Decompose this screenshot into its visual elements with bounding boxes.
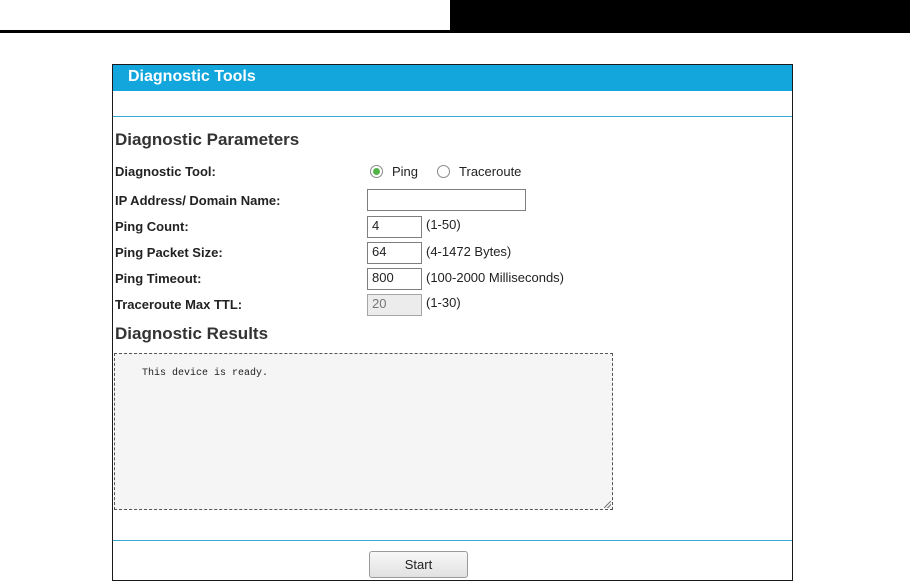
traceroute-ttl-hint: (1-30) [426,295,461,310]
diagnostic-results-textarea[interactable]: This device is ready. [114,353,613,510]
traceroute-radio-label[interactable]: Traceroute [459,164,521,179]
results-text: This device is ready. [142,368,269,379]
traceroute-ttl-label: Traceroute Max TTL: [115,297,243,312]
ip-address-label: IP Address/ Domain Name: [115,193,281,208]
header-divider [113,116,792,117]
top-banner-block [450,0,910,33]
diagnostic-tool-label: Diagnostic Tool: [115,164,216,179]
resize-grip-icon[interactable] [604,501,611,508]
ping-timeout-hint: (100-2000 Milliseconds) [426,270,565,285]
parameters-section-title: Diagnostic Parameters [115,130,300,149]
ping-radio-label[interactable]: Ping [392,164,418,179]
traceroute-radio[interactable] [437,165,451,178]
ping-count-hint: (1-50) [426,217,461,232]
packet-size-input[interactable]: 64 [367,242,422,264]
top-banner-rule [0,30,452,33]
packet-size-hint: (4-1472 Bytes) [426,244,512,259]
ping-timeout-input[interactable]: 800 [367,268,422,290]
panel-header: Diagnostic Tools [113,65,792,91]
panel-title: Diagnostic Tools [128,68,256,85]
start-button[interactable]: Start [369,551,468,578]
ping-radio[interactable] [370,165,383,178]
diagnostic-tool-radio-group: Ping Traceroute [370,164,540,179]
results-section-title: Diagnostic Results [115,324,269,343]
ping-count-label: Ping Count: [115,219,189,234]
traceroute-ttl-input: 20 [367,294,422,316]
ip-address-input[interactable] [367,189,526,211]
top-banner [0,0,910,34]
ping-count-input[interactable]: 4 [367,216,422,238]
ping-timeout-label: Ping Timeout: [115,271,202,286]
diagnostic-tools-panel: Diagnostic Tools Diagnostic Parameters D… [112,64,793,581]
footer-divider [113,540,792,541]
packet-size-label: Ping Packet Size: [115,245,223,260]
